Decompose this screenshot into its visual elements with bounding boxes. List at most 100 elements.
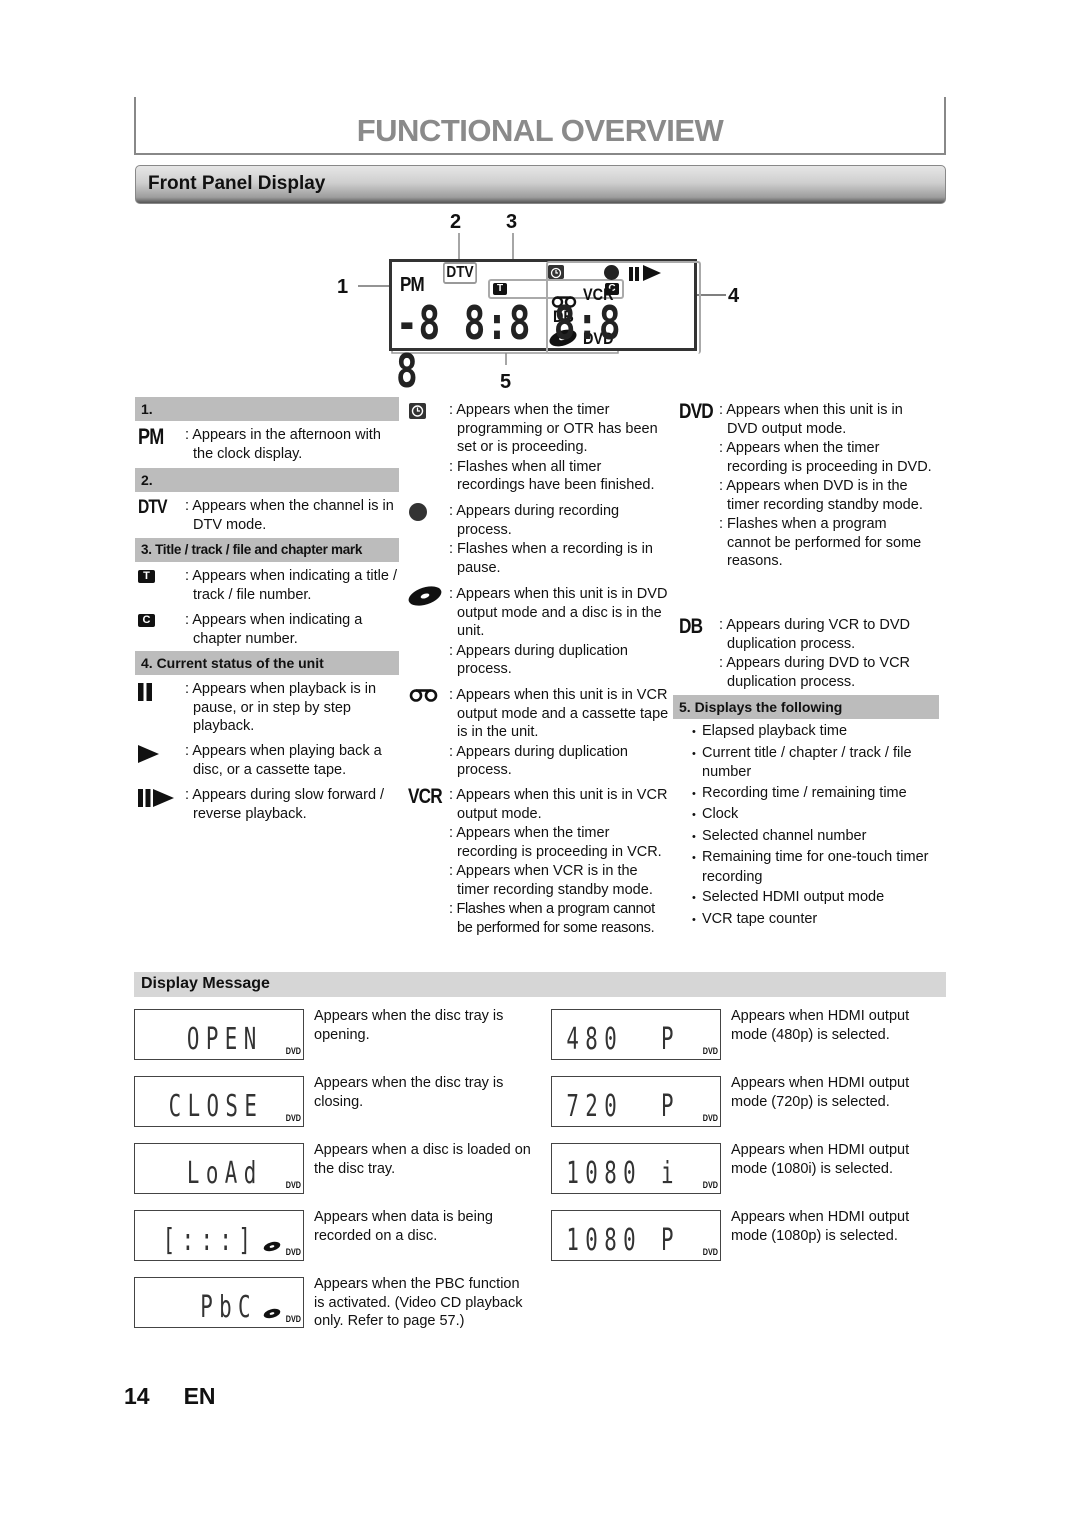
lcd-message-box: LoAd DVD — [134, 1143, 304, 1194]
timer-desc-2: : Flashes when all timer recordings have… — [449, 458, 655, 494]
lcd-message-box: 480 P DVD — [551, 1009, 721, 1060]
lcd-message-text: OPEN — [187, 1022, 263, 1058]
timer-icon — [409, 403, 426, 419]
page-footer: 14 EN — [124, 1383, 216, 1410]
title-mark-icon: T — [138, 570, 155, 583]
chapter-mark-entry: C : Appears when indicating a chapter nu… — [138, 611, 400, 651]
dvd-desc-4: : Flashes when a program cannot be perfo… — [719, 516, 922, 569]
vcr-desc-4: : Flashes when a program cannot be perfo… — [449, 901, 655, 936]
lcd-message-box: [:::]DVD — [134, 1210, 304, 1261]
record-entry: : Appears during recording process. : Fl… — [409, 502, 671, 582]
display-message-description: Appears when HDMI output mode (1080i) is… — [731, 1142, 910, 1177]
group-5-heading: 5. Displays the following — [673, 695, 939, 719]
pm-entry: PM : Appears in the afternoon with the c… — [138, 426, 400, 466]
display-message-description: Appears when a disc is loaded on the dis… — [314, 1142, 531, 1177]
title-mark-entry: T : Appears when indicating a title / tr… — [138, 567, 400, 607]
dvd-badge: DVD — [285, 1046, 301, 1056]
pause-entry: : Appears when playback is in pause, or … — [138, 680, 400, 740]
group-1-heading: 1. — [135, 397, 399, 421]
lcd-message-box: 720 P DVD — [551, 1076, 721, 1127]
vcr-desc-2: : Appears when the timer recording is pr… — [449, 825, 662, 860]
cassette-entry: : Appears when this unit is in VCR outpu… — [409, 686, 671, 786]
front-panel-diagram: 2 3 1 4 5 PM DTV T C VCR DB DVD -8 8:8 8… — [330, 205, 750, 400]
timer-desc-1: : Appears when the timer programming or … — [449, 402, 658, 455]
db-symbol: DB — [679, 615, 703, 638]
callout-4: 4 — [728, 285, 740, 307]
dtv-desc: : Appears when the channel is in DTV mod… — [185, 498, 394, 533]
dvd-symbol: DVD — [679, 400, 714, 423]
db-desc-1: : Appears during VCR to DVD duplication … — [719, 617, 911, 652]
display-message-title: Display Message — [141, 975, 270, 992]
displays-list: Elapsed playback time Current title / ch… — [692, 722, 942, 931]
dvd-desc-1: : Appears when this unit is in DVD outpu… — [719, 402, 903, 437]
slow-playback-icon — [138, 789, 176, 813]
timer-icon — [548, 265, 564, 279]
group-3-heading: 3. Title / track / file and chapter mark — [135, 538, 399, 562]
pm-symbol: PM — [138, 424, 164, 449]
lcd-message-box: OPEN DVD — [134, 1009, 304, 1060]
lcd-digits: -8 8:8 8:8 8 — [396, 296, 622, 399]
list-item: Selected HDMI output mode — [692, 888, 942, 908]
disc-icon — [263, 1304, 281, 1323]
group-4-heading: 4. Current status of the unit — [135, 651, 399, 675]
title-mark-desc: : Appears when indicating a title / trac… — [185, 568, 397, 603]
page-title: FUNCTIONAL OVERVIEW — [356, 113, 724, 148]
list-item: Selected channel number — [692, 827, 942, 847]
record-desc-1: : Appears during recording process. — [449, 503, 620, 538]
callout-3: 3 — [506, 211, 518, 233]
disc-icon — [263, 1237, 281, 1256]
display-message-description: Appears when data is being recorded on a… — [314, 1209, 493, 1244]
dvd-badge: DVD — [285, 1180, 301, 1190]
chapter-mark-icon: C — [138, 614, 155, 627]
lcd-message-text: [:::] — [162, 1223, 257, 1259]
lcd-message-box: CLOSE DVD — [134, 1076, 304, 1127]
language-code: EN — [183, 1383, 216, 1409]
lcd-message-text: 720 P — [566, 1089, 680, 1125]
db-entry: DB : Appears during VCR to DVD duplicati… — [679, 616, 941, 696]
pause-icon — [138, 683, 154, 707]
lcd-message-text: 1080 P — [566, 1223, 680, 1259]
callout-1: 1 — [337, 276, 349, 298]
pause-desc: : Appears when playback is in pause, or … — [185, 681, 377, 734]
display-message-description: Appears when the PBC function is activat… — [314, 1276, 523, 1329]
page-number: 14 — [124, 1383, 150, 1409]
pm-desc: : Appears in the afternoon with the cloc… — [185, 427, 381, 462]
callout-2: 2 — [450, 211, 462, 233]
vcr-desc-3: : Appears when VCR is in the timer recor… — [449, 863, 653, 898]
dvd-badge: DVD — [702, 1113, 718, 1123]
display-message-description: Appears when HDMI output mode (480p) is … — [731, 1008, 910, 1043]
disc-desc-2: : Appears during duplication process. — [449, 642, 628, 678]
vcr-symbol: VCR — [408, 785, 443, 808]
dvd-badge: DVD — [285, 1247, 301, 1257]
dvd-badge: DVD — [702, 1247, 718, 1257]
list-item: Current title / chapter / track / file n… — [692, 744, 942, 782]
timer-entry: : Appears when the timer programming or … — [409, 401, 671, 493]
dvd-badge: DVD — [285, 1314, 301, 1324]
disc-desc-1: : Appears when this unit is in DVD outpu… — [449, 586, 668, 639]
display-message-description: Appears when HDMI output mode (720p) is … — [731, 1075, 910, 1110]
dvd-entry: DVD : Appears when this unit is in DVD o… — [679, 401, 941, 611]
slow-desc: : Appears during slow forward / reverse … — [185, 787, 385, 822]
dtv-symbol: DTV — [138, 497, 168, 518]
disc-entry: : Appears when this unit is in DVD outpu… — [407, 585, 671, 685]
section-title: Front Panel Display — [148, 173, 326, 194]
list-item: Remaining time for one-touch timer recor… — [692, 848, 942, 886]
record-icon — [604, 265, 619, 280]
lcd-message-text: CLOSE — [168, 1089, 263, 1125]
lcd-pm-indicator: PM — [400, 274, 425, 296]
dvd-badge: DVD — [702, 1180, 718, 1190]
display-message-description: Appears when the disc tray is opening. — [314, 1008, 504, 1043]
display-message-description: Appears when the disc tray is closing. — [314, 1075, 504, 1110]
dtv-entry: DTV : Appears when the channel is in DTV… — [138, 497, 400, 537]
play-desc: : Appears when playing back a disc, or a… — [185, 743, 382, 778]
dvd-badge: DVD — [702, 1046, 718, 1056]
vcr-desc-1: : Appears when this unit is in VCR outpu… — [449, 787, 668, 822]
lcd-message-text: 480 P — [566, 1022, 680, 1058]
record-icon — [409, 503, 427, 521]
lcd-message-text: LoAd — [187, 1156, 263, 1192]
disc-icon — [407, 585, 443, 613]
play-icon — [643, 265, 661, 285]
dvd-desc-3: : Appears when DVD is in the timer recor… — [719, 478, 923, 513]
play-entry: : Appears when playing back a disc, or a… — [138, 742, 400, 782]
list-item: VCR tape counter — [692, 910, 942, 930]
